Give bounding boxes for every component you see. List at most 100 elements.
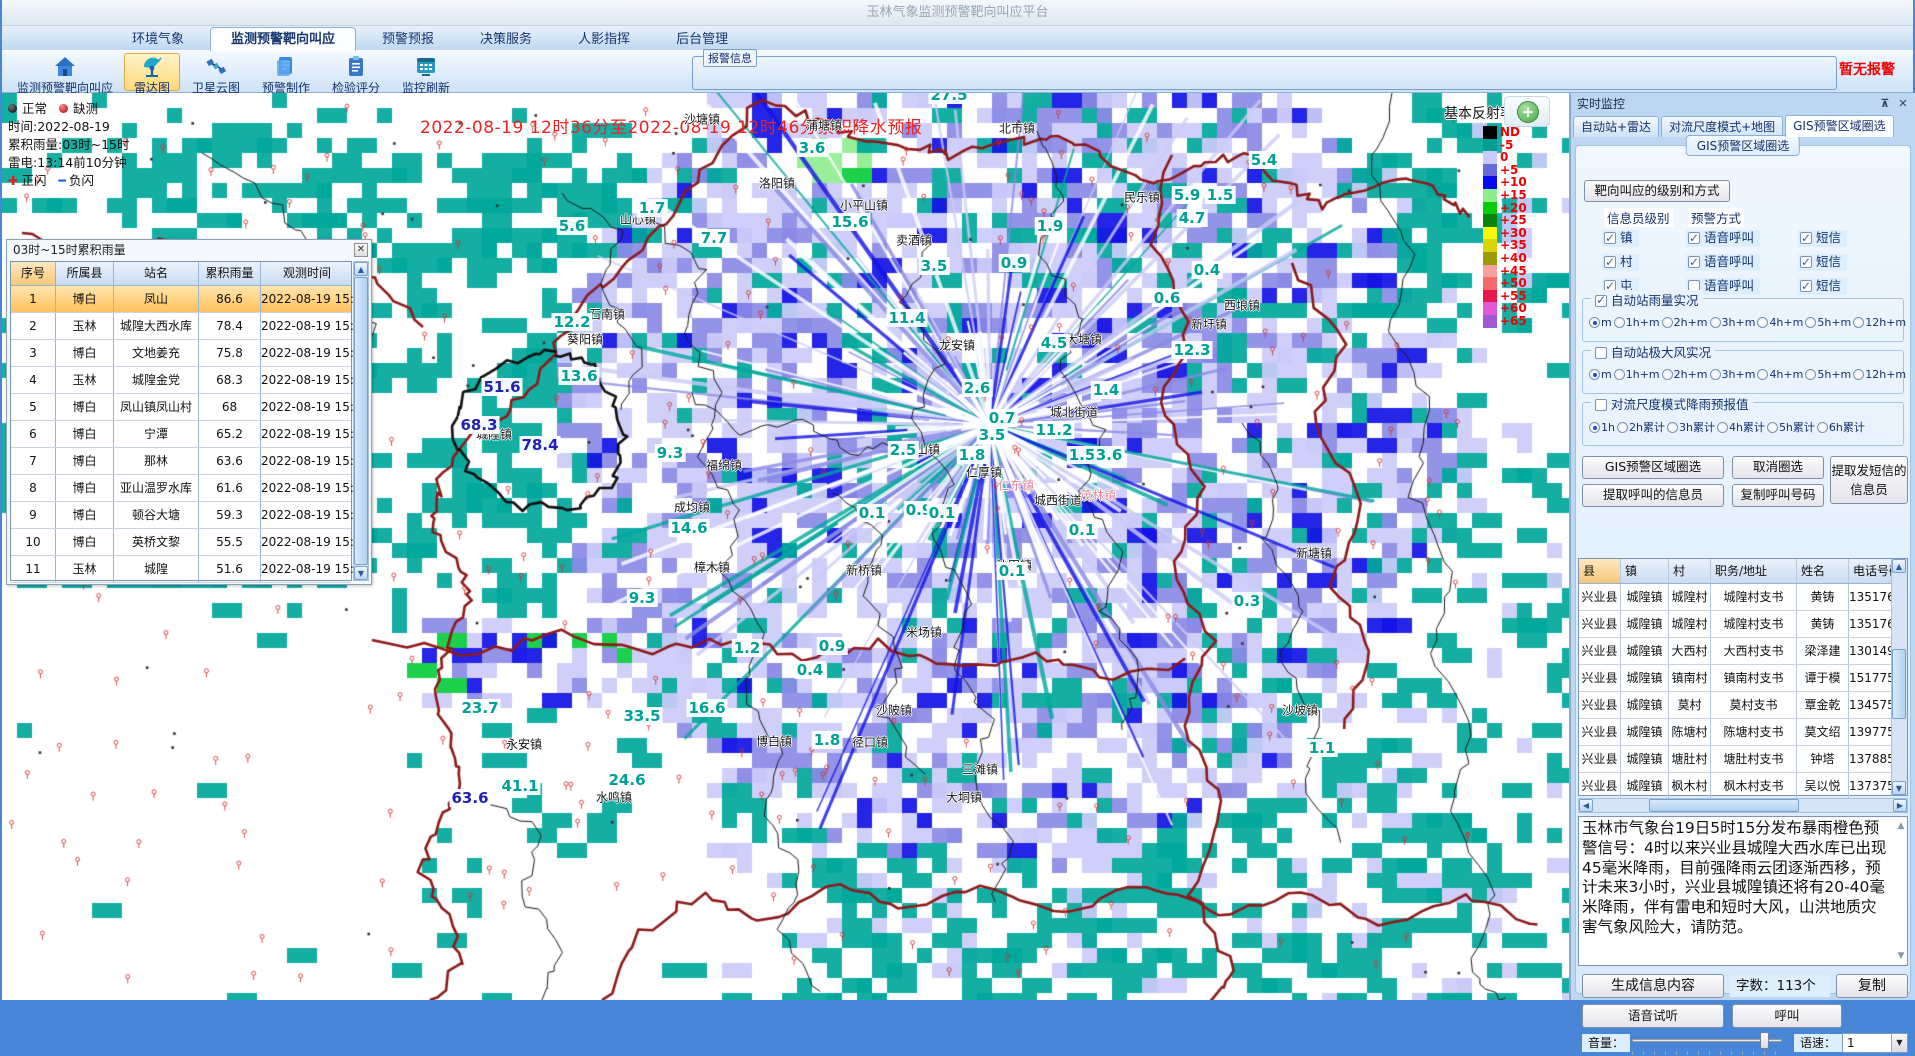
scroll-up-icon[interactable]: ▲ [1892, 559, 1906, 573]
toolbar-button-6[interactable]: 监控刷新 [392, 53, 460, 91]
contacts-hscrollbar[interactable]: ◀ ▶ [1578, 798, 1908, 813]
header-cell[interactable]: 累积雨量 [199, 262, 261, 285]
radio-icon[interactable] [1589, 369, 1600, 380]
radio-icon[interactable] [1614, 317, 1625, 328]
radio-icon[interactable] [1757, 317, 1768, 328]
table-row[interactable]: 兴业县城隍镇城隍村城隍村支书黄铸1351769757 [1579, 611, 1907, 638]
scroll-thumb[interactable] [1892, 649, 1906, 719]
level-checkbox-村[interactable]: 村 [1602, 254, 1639, 271]
radio-icon[interactable] [1717, 422, 1728, 433]
radio-icon[interactable] [1805, 369, 1816, 380]
table-row[interactable]: 3博白文地姜充75.82022-08-19 15:00 [11, 340, 351, 367]
warning-message-textarea[interactable]: 玉林市气象台19日5时15分发布暴雨橙色预警信号：4时以来兴业县城隍大西水库已出… [1578, 816, 1908, 966]
table-row[interactable]: 兴业县城隍镇塘肚村塘肚村支书钟塔1378855341 [1579, 746, 1907, 773]
radar-map[interactable]: 2022-08-19 12时36分至2022-08-19 12时46分累积降水预… [2, 93, 1569, 1000]
panel-tab-2[interactable]: 对流尺度模式+地图 [1661, 116, 1783, 137]
generate-message-button[interactable]: 生成信息内容 [1582, 974, 1724, 998]
radio-icon[interactable] [1757, 369, 1768, 380]
close-icon[interactable]: ✕ [354, 243, 368, 257]
close-icon[interactable]: ✕ [1895, 96, 1911, 112]
table-row[interactable]: 10博白英桥文黎55.52022-08-19 15:00 [11, 529, 351, 556]
header-cell[interactable]: 镇 [1621, 559, 1669, 583]
map-zoom-button[interactable]: + [1517, 101, 1539, 123]
radio-5h累计[interactable]: 5h累计 [1767, 419, 1815, 435]
radio-icon[interactable] [1805, 317, 1816, 328]
menu-tab-2[interactable]: 监测预警靶向叫应 [210, 27, 356, 51]
radio-2h+m[interactable]: 2h+m [1662, 316, 1708, 329]
toolbar-button-2[interactable]: 雷达图 [124, 53, 180, 91]
radio-5h+m[interactable]: 5h+m [1805, 316, 1851, 329]
radio-1h+m[interactable]: 1h+m [1614, 368, 1660, 381]
menu-tab-5[interactable]: 人影指挥 [558, 28, 650, 52]
radio-2h+m[interactable]: 2h+m [1662, 368, 1708, 381]
radio-12h+m[interactable]: 12h+m [1853, 316, 1906, 329]
radio-icon[interactable] [1662, 369, 1673, 380]
panel-tab-1[interactable]: 自动站+雷达 [1573, 116, 1659, 137]
radio-m[interactable]: m [1589, 368, 1612, 381]
gis-select-button[interactable]: GIS预警区域圈选 [1582, 456, 1724, 479]
radio-icon[interactable] [1589, 317, 1600, 328]
rain-table-scrollbar[interactable]: ▲ ▼ [353, 261, 369, 581]
volume-slider[interactable] [1632, 1032, 1782, 1056]
sms-checkbox-村[interactable]: 短信 [1798, 254, 1847, 271]
copy-button[interactable]: 复制 [1836, 974, 1908, 998]
checkbox-icon[interactable] [1688, 232, 1700, 244]
voice-checkbox-村[interactable]: 语音呼叫 [1686, 254, 1760, 271]
scroll-down-icon[interactable]: ▼ [354, 566, 368, 580]
radio-icon[interactable] [1853, 317, 1864, 328]
radio-icon[interactable] [1662, 317, 1673, 328]
checkbox-icon[interactable] [1800, 232, 1812, 244]
checkbox-icon[interactable] [1604, 256, 1616, 268]
slider-thumb[interactable] [1760, 1032, 1769, 1049]
pin-icon[interactable]: ⊼ [1877, 96, 1893, 112]
toolbar-button-1[interactable]: 监测预警靶向叫应 [10, 53, 120, 91]
radio-5h+m[interactable]: 5h+m [1805, 368, 1851, 381]
radio-1h+m[interactable]: 1h+m [1614, 316, 1660, 329]
radio-icon[interactable] [1710, 369, 1721, 380]
header-cell[interactable]: 县 [1579, 559, 1621, 583]
toolbar-button-3[interactable]: 卫星云图 [182, 53, 250, 91]
scroll-up-icon[interactable]: ▲ [354, 262, 368, 276]
extract-sms-button[interactable]: 提取发短信的信息员 [1830, 456, 1908, 504]
radio-icon[interactable] [1667, 422, 1678, 433]
header-cell[interactable]: 姓名 [1797, 559, 1849, 583]
radio-4h+m[interactable]: 4h+m [1757, 316, 1803, 329]
forecast-group-checkbox[interactable] [1595, 399, 1607, 411]
radio-6h累计[interactable]: 6h累计 [1817, 419, 1865, 435]
table-row[interactable]: 兴业县城隍镇莫村莫村支书覃金乾1345754051 [1579, 692, 1907, 719]
radio-icon[interactable] [1767, 422, 1778, 433]
toolbar-button-5[interactable]: 检验评分 [322, 53, 390, 91]
scroll-thumb[interactable] [354, 277, 368, 565]
table-row[interactable]: 5博白凤山镇凤山村682022-08-19 15:00 [11, 394, 351, 421]
checkbox-icon[interactable] [1800, 256, 1812, 268]
call-button[interactable]: 呼叫 [1732, 1004, 1842, 1028]
radio-icon[interactable] [1614, 369, 1625, 380]
scroll-down-icon[interactable]: ▼ [1892, 781, 1906, 795]
scroll-up-icon[interactable]: ▲ [1895, 820, 1907, 832]
radio-12h+m[interactable]: 12h+m [1853, 368, 1906, 381]
radio-m[interactable]: m [1589, 316, 1612, 329]
checkbox-icon[interactable] [1604, 232, 1616, 244]
radio-4h累计[interactable]: 4h累计 [1717, 419, 1765, 435]
radio-icon[interactable] [1817, 422, 1828, 433]
header-cell[interactable]: 序号 [11, 262, 56, 285]
contacts-vscrollbar[interactable]: ▲ ▼ [1891, 559, 1907, 795]
table-row[interactable]: 6博白宁潭65.22022-08-19 15:00 [11, 421, 351, 448]
table-row[interactable]: 兴业县城隍镇陈塘村陈塘村支书莫文绍1397757961 [1579, 719, 1907, 746]
radio-3h累计[interactable]: 3h累计 [1667, 419, 1715, 435]
scroll-thumb[interactable] [1649, 799, 1799, 812]
table-row[interactable]: 9博白顿谷大塘59.32022-08-19 15:00 [11, 502, 351, 529]
table-row[interactable]: 4玉林城隍金党68.32022-08-19 15:00 [11, 367, 351, 394]
radio-3h+m[interactable]: 3h+m [1710, 316, 1756, 329]
level-checkbox-镇[interactable]: 镇 [1602, 230, 1639, 247]
table-row[interactable]: 1博白凤山86.62022-08-19 15:00 [11, 286, 351, 313]
checkbox-icon[interactable] [1800, 280, 1812, 292]
voice-preview-button[interactable]: 语音试听 [1582, 1004, 1724, 1028]
wind-group-checkbox[interactable] [1595, 347, 1607, 359]
table-row[interactable]: 兴业县城隍镇大西村大西村支书梁泽建1301495715 [1579, 638, 1907, 665]
table-row[interactable]: 兴业县城隍镇枫木村枫木村支书吴以悦1373755111 [1579, 773, 1907, 800]
radio-1h[interactable]: 1h [1589, 421, 1615, 434]
header-cell[interactable]: 所属县 [56, 262, 114, 285]
table-row[interactable]: 2玉林城隍大西水库78.42022-08-19 15:00 [11, 313, 351, 340]
menu-tab-4[interactable]: 决策服务 [460, 28, 552, 52]
